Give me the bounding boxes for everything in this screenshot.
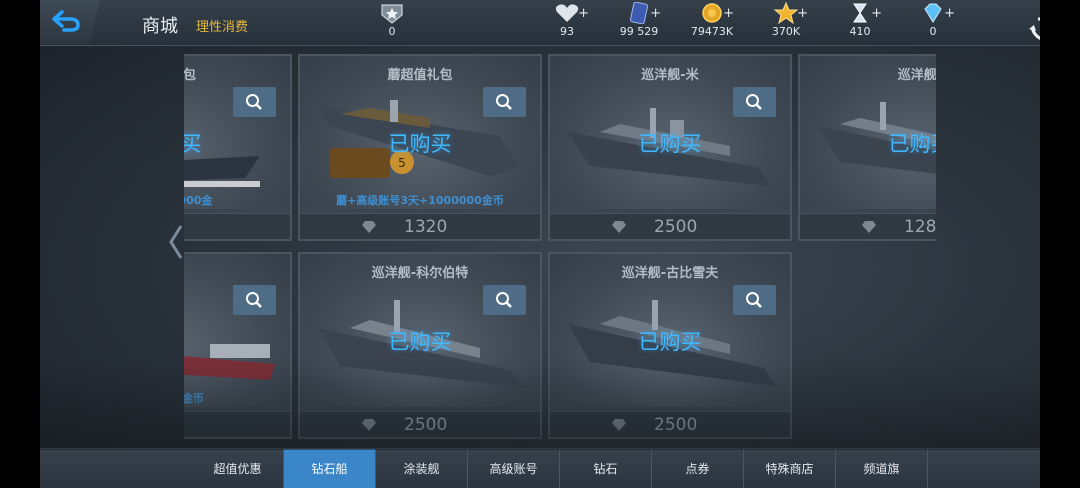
purchased-label: 买 [184, 326, 290, 356]
star-icon: + [773, 1, 808, 25]
tab-diamond-ships[interactable]: 钻石船 [284, 449, 376, 488]
resource-gold[interactable]: + 79473K [677, 2, 747, 38]
purchased-label: 已购买 [638, 330, 702, 354]
tab-value-deals[interactable]: 超值优惠 [192, 449, 284, 488]
price-bar: 0 [184, 411, 290, 437]
product-price: 1280 [904, 217, 936, 237]
resource-diamonds[interactable]: + 0 [898, 2, 968, 38]
price-bar: 1280 [800, 213, 936, 239]
card-icon: + [626, 1, 661, 25]
resource-stars[interactable]: + 370K [751, 1, 821, 38]
product-note: 号+3600000金 [184, 194, 213, 207]
product-price: 2500 [654, 217, 698, 237]
page-title: 商城 [142, 16, 178, 37]
resource-hearts[interactable]: + 93 [532, 2, 602, 38]
product-price: 1320 [404, 217, 448, 237]
product-name: 巡洋舰-古比雪夫 [621, 266, 719, 281]
product-card[interactable]: 巡洋舰-古比雪夫 已购买 2500 [548, 252, 792, 439]
product-card[interactable]: 巡洋舰-科尔伯特 已购买 2500 [298, 252, 542, 439]
svg-text:5: 5 [398, 156, 406, 170]
zoom-button[interactable] [233, 285, 276, 315]
product-name: 巡洋舰-科尔伯特 [371, 266, 469, 281]
price-bar: 2500 [550, 411, 790, 437]
zoom-button[interactable] [483, 87, 526, 117]
zoom-button[interactable] [483, 285, 526, 315]
product-name: 特惠礼包 [184, 68, 196, 83]
purchased-label: 已购买 [388, 132, 452, 156]
purchased-label: 已购买 [388, 330, 452, 354]
gold-coin-icon: + [699, 2, 734, 24]
product-card[interactable]: 巡洋舰-米 已购买 2500 [548, 54, 792, 241]
product-note: 蘑+高级账号3天+1000000金币 [336, 194, 504, 207]
resource-value: 99 529 [619, 25, 659, 38]
price-bar: 1320 [300, 213, 540, 239]
resource-value: 79473K [690, 25, 734, 38]
product-price: 2500 [654, 415, 698, 435]
rank-count: 0 [388, 25, 396, 38]
page-subtitle: 理性消费 [196, 20, 249, 35]
magnifier-icon [746, 292, 762, 308]
price-bar: 2500 [550, 213, 790, 239]
product-name: 巡洋舰-米 [641, 68, 699, 83]
diamond-icon [612, 221, 626, 233]
heart-icon: + [554, 2, 589, 24]
product-grid: 特惠礼包 已购买 号+3600000金 0 5 [184, 54, 936, 446]
anchor-icon [1029, 17, 1040, 40]
product-card[interactable]: 包 买 800000金币 0 [184, 252, 292, 439]
tab-coupons[interactable]: 点券 [652, 449, 744, 488]
tab-skins[interactable]: 涂装舰 [376, 449, 468, 488]
anchor-menu-button[interactable] [1026, 2, 1040, 44]
product-price: 2500 [404, 415, 448, 435]
magnifier-icon [246, 94, 262, 110]
price-bar: 2500 [300, 411, 540, 437]
magnifier-icon [246, 292, 262, 308]
category-tab-bar: 超值优惠 钻石船 涂装舰 高级账号 钻石 点券 特殊商店 频道旗 [40, 448, 1040, 488]
resource-cards[interactable]: + 99 529 [604, 1, 674, 38]
tab-diamonds[interactable]: 钻石 [560, 449, 652, 488]
resource-value: 93 [560, 25, 574, 38]
magnifier-icon [496, 292, 512, 308]
diamond-icon [612, 419, 626, 431]
shop-screen: 商城 理性消费 0 + 93 + 99 529 + 79473K + 370K … [40, 0, 1040, 488]
zoom-button[interactable] [733, 285, 776, 315]
product-card[interactable]: 5 蘑超值礼包 已购买 蘑+高级账号3天+1000000金币 1320 [298, 54, 542, 241]
product-note: 800000金币 [184, 392, 204, 405]
zoom-button[interactable] [733, 87, 776, 117]
product-name: 巡洋舰- [897, 68, 936, 83]
magnifier-icon [496, 94, 512, 110]
price-bar: 0 [184, 213, 290, 239]
back-arrow-icon [52, 10, 80, 32]
product-name: 包 [184, 262, 290, 281]
tab-special-shop[interactable]: 特殊商店 [744, 449, 836, 488]
purchased-label: 已购买 [638, 132, 702, 156]
purchased-label: 已购买 [888, 132, 937, 156]
resource-value: 370K [771, 25, 801, 38]
scroll-left-arrow[interactable] [168, 224, 184, 264]
back-button[interactable] [40, 0, 100, 44]
resource-hourglass[interactable]: + 410 [825, 2, 895, 38]
rank-icon [379, 2, 405, 24]
product-card[interactable]: 特惠礼包 已购买 号+3600000金 0 [184, 54, 292, 241]
diamond-icon [862, 221, 876, 233]
hourglass-icon: + [847, 2, 882, 24]
resource-value: 0 [929, 25, 937, 38]
top-bar: 商城 理性消费 0 + 93 + 99 529 + 79473K + 370K … [40, 0, 1040, 46]
tab-premium-account[interactable]: 高级账号 [468, 449, 560, 488]
tab-channel-flags[interactable]: 频道旗 [836, 449, 928, 488]
resource-value: 410 [849, 25, 871, 38]
diamond-icon: + [920, 2, 955, 24]
diamond-icon [362, 419, 376, 431]
purchased-label: 已购买 [184, 128, 290, 158]
zoom-button[interactable] [233, 87, 276, 117]
diamond-icon [362, 221, 376, 233]
product-card[interactable]: 巡洋舰- 已购买 1280 [798, 54, 936, 241]
product-name: 蘑超值礼包 [387, 68, 453, 83]
magnifier-icon [746, 94, 762, 110]
rank-badge[interactable]: 0 [357, 2, 427, 38]
chevron-left-icon [169, 225, 183, 259]
